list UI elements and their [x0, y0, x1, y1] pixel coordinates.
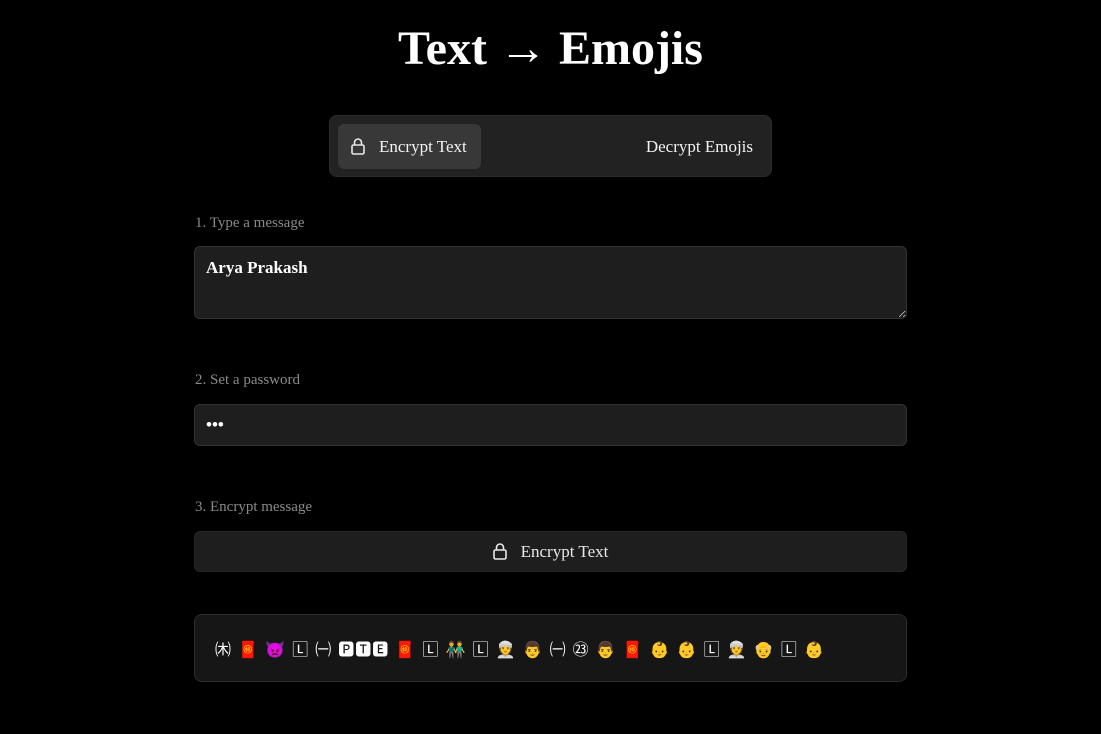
lock-icon — [351, 137, 367, 156]
page: Text → Emojis Encrypt Text Decrypt Emoji… — [0, 0, 1101, 734]
tab-encrypt-label: Encrypt Text — [379, 136, 467, 156]
encrypt-button[interactable]: Encrypt Text — [194, 531, 907, 572]
lock-icon — [492, 542, 509, 561]
encrypt-button-label: Encrypt Text — [520, 541, 609, 561]
emoji-output-text: ㈭ 🧧 👿 🄻 ㈠ 🅿🆃🅴 🧧 🄻 👬 🄻 👳 👨 ㈠ ㉓ 👨 🧧 👶 👶 🄻 … — [215, 640, 825, 659]
password-input[interactable] — [194, 404, 907, 446]
emoji-output[interactable]: ㈭ 🧧 👿 🄻 ㈠ 🅿🆃🅴 🧧 🄻 👬 🄻 👳 👨 ㈠ ㉓ 👨 🧧 👶 👶 🄻 … — [194, 614, 907, 682]
tab-decrypt-label: Decrypt Emojis — [645, 136, 753, 156]
encrypt-step-label: 3. Encrypt message — [195, 499, 313, 515]
password-step-label: 2. Set a password — [195, 372, 300, 388]
message-step-label: 1. Type a message — [195, 215, 305, 231]
page-title: Text → Emojis — [398, 22, 703, 75]
tab-decrypt-emojis[interactable]: Decrypt Emojis — [646, 124, 753, 169]
tab-encrypt-text[interactable]: Encrypt Text — [338, 124, 481, 169]
mode-switch: Encrypt Text Decrypt Emojis — [329, 115, 772, 177]
message-input[interactable] — [194, 246, 907, 319]
